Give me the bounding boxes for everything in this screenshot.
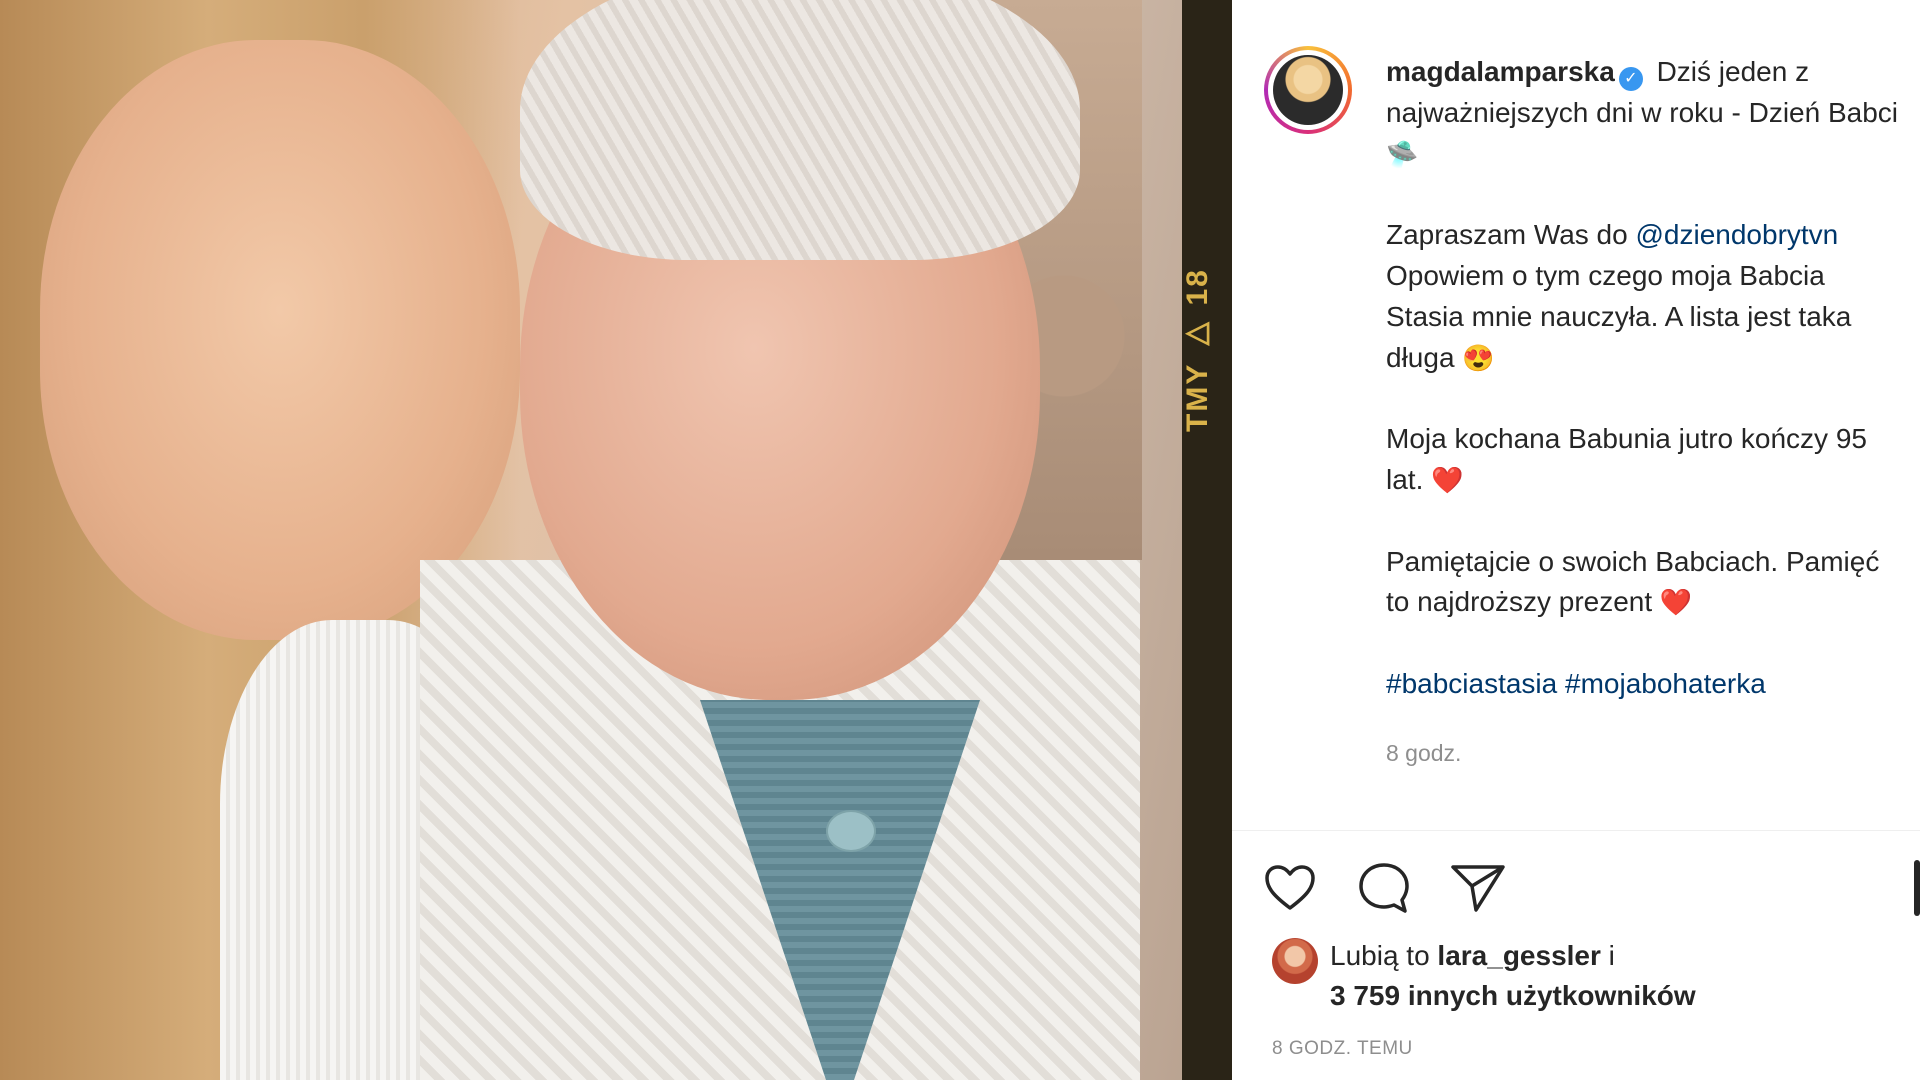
caption-paragraph-1: magdalamparska ✓ Dziś jeden z najważniejs… — [1386, 52, 1906, 174]
caption-paragraph-3: Moja kochana Babunia jutro kończy 95 lat… — [1386, 419, 1906, 501]
likes-text: Lubią to lara_gessler i 3 759 innych uży… — [1330, 936, 1910, 1016]
verified-badge-icon: ✓ — [1618, 67, 1643, 91]
likes-prefix: Lubią to — [1330, 940, 1438, 971]
caption-text: Zapraszam Was do — [1386, 219, 1636, 251]
post-photo[interactable]: TMY ▷ 18 — [0, 0, 1232, 1080]
caption-paragraph-4: Pamiętajcie o swoich Babciach. Pamięć to… — [1386, 542, 1906, 624]
caption-text: Opowiem o tym czego moja Babcia Stasia m… — [1386, 259, 1852, 373]
film-label: TMY ▷ 18 — [1181, 268, 1214, 432]
caption-paragraph-2: Zapraszam Was do @dziendobrytvn Opowiem … — [1386, 215, 1906, 378]
hashtag-link[interactable]: #babciastasia — [1386, 668, 1557, 699]
avatar[interactable] — [1273, 55, 1343, 125]
photo-face-young-woman — [40, 40, 520, 640]
bookmark-edge[interactable] — [1914, 860, 1920, 916]
username-link[interactable]: magdalamparska — [1386, 56, 1615, 87]
caption-hashtags: #babciastasia #mojabohaterka — [1386, 664, 1906, 705]
mention-link[interactable]: @dziendobrytvn — [1635, 219, 1838, 250]
action-bar — [1262, 858, 1506, 918]
post-details-panel: magdalamparska ✓ Dziś jeden z najważniejs… — [1232, 0, 1920, 1080]
instagram-post: TMY ▷ 18 magdalamparska ✓ Dziś jeden z na… — [0, 0, 1920, 1080]
divider — [1232, 830, 1920, 831]
likes-suffix: i — [1600, 940, 1615, 971]
liker-username-link[interactable]: lara_gessler — [1437, 940, 1600, 971]
hashtag-link[interactable]: #mojabohaterka — [1565, 668, 1766, 699]
caption-text: Pamiętajcie o swoich Babciach. Pamięć to… — [1386, 545, 1880, 618]
film-strip — [1182, 0, 1232, 1080]
caption-emoji: 😍 — [1462, 342, 1495, 373]
caption-emoji: ❤️ — [1659, 587, 1693, 618]
caption-emoji: ❤️ — [1431, 464, 1464, 495]
caption-emoji: 🛸 — [1386, 138, 1419, 169]
comment-button[interactable] — [1356, 860, 1412, 916]
heart-icon — [1265, 865, 1315, 910]
comment-icon — [1359, 863, 1409, 913]
like-button[interactable] — [1262, 860, 1318, 916]
photo-knit-hat — [520, 0, 1080, 260]
photo-button — [826, 810, 876, 852]
caption-timestamp[interactable]: 8 godz. — [1386, 740, 1461, 767]
paper-plane-icon — [1451, 865, 1505, 912]
post-caption: magdalamparska ✓ Dziś jeden z najważniejs… — [1386, 52, 1906, 705]
likes-count-link[interactable]: 3 759 innych użytkowników — [1330, 980, 1696, 1011]
share-button[interactable] — [1450, 860, 1506, 916]
post-date[interactable]: 8 GODZ. TEMU — [1272, 1038, 1413, 1060]
liker-avatar[interactable] — [1272, 938, 1318, 984]
